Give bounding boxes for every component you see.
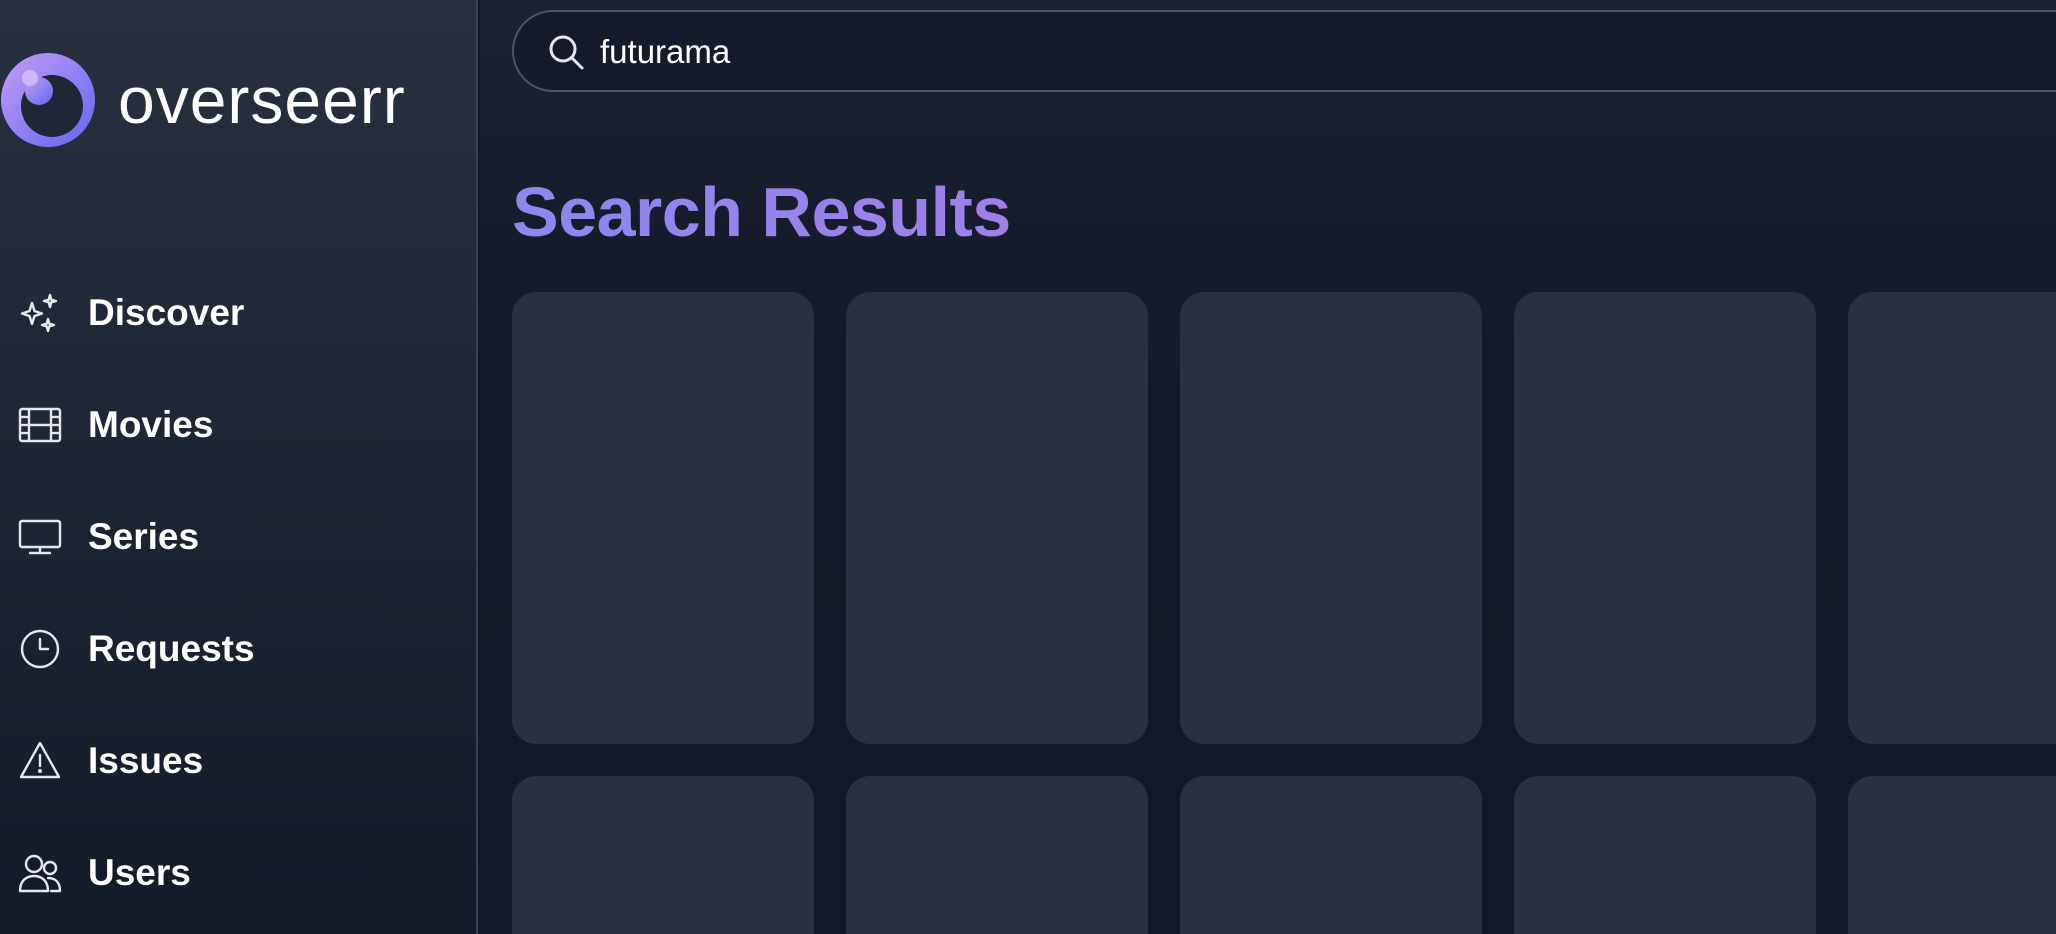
sidebar-item-label: Users	[88, 852, 191, 893]
result-card-placeholder[interactable]	[1514, 292, 1816, 744]
sparkles-icon	[18, 291, 62, 335]
sidebar-item-issues[interactable]: Issues	[0, 721, 478, 801]
overseerr-logo-icon	[1, 53, 95, 147]
result-card-placeholder[interactable]	[1514, 776, 1816, 934]
result-card-placeholder[interactable]	[512, 292, 814, 744]
sidebar-item-users[interactable]: Users	[0, 833, 478, 913]
result-card-placeholder[interactable]	[846, 292, 1148, 744]
result-card-placeholder[interactable]	[1848, 292, 2056, 744]
sidebar-item-label: Movies	[88, 404, 214, 445]
warning-icon	[18, 739, 62, 783]
sidebar-item-label: Issues	[88, 740, 204, 781]
result-card-placeholder[interactable]	[1180, 292, 1482, 744]
sidebar-item-label: Requests	[88, 628, 255, 669]
tv-icon	[18, 515, 62, 559]
main-content: Search Results	[480, 0, 2056, 934]
sidebar-item-series[interactable]: Series	[0, 497, 478, 577]
result-card-placeholder[interactable]	[1180, 776, 1482, 934]
result-card-placeholder[interactable]	[1848, 776, 2056, 934]
sidebar-item-label: Series	[88, 516, 200, 557]
sidebar-item-requests[interactable]: Requests	[0, 609, 478, 689]
search-icon	[546, 32, 586, 72]
result-card-placeholder[interactable]	[512, 776, 814, 934]
app-window: overseerr Discover Movies Series Request…	[0, 0, 2056, 934]
sidebar: overseerr Discover Movies Series Request…	[0, 0, 478, 934]
result-card-placeholder[interactable]	[846, 776, 1148, 934]
search-bar[interactable]	[512, 10, 2056, 92]
logo-text: overseerr	[118, 63, 406, 137]
film-icon	[18, 403, 62, 447]
users-icon	[18, 851, 62, 895]
sidebar-item-movies[interactable]: Movies	[0, 385, 478, 465]
page-title: Search Results	[512, 173, 1011, 251]
logo[interactable]: overseerr	[0, 50, 406, 150]
sidebar-item-discover[interactable]: Discover	[0, 273, 478, 353]
clock-icon	[18, 627, 62, 671]
sidebar-item-label: Discover	[88, 292, 245, 333]
search-input[interactable]	[598, 26, 2002, 78]
